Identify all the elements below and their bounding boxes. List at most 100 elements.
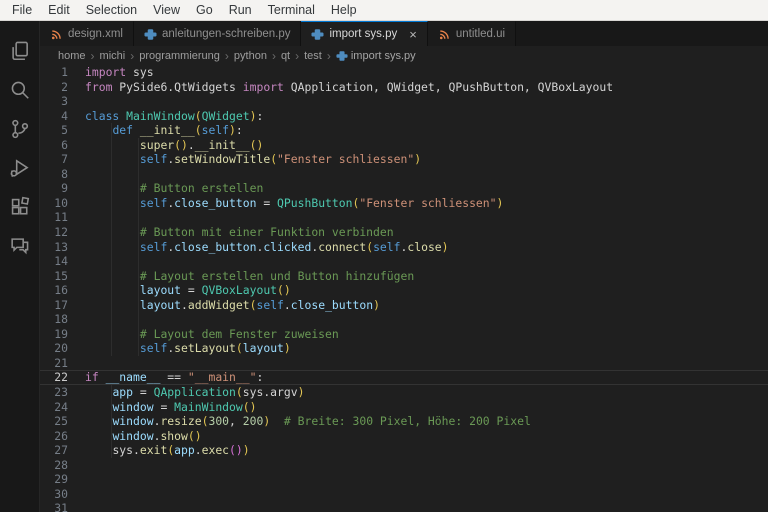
- tab-anleitungen-schreiben.py[interactable]: anleitungen-schreiben.py: [133, 21, 302, 46]
- tab-import-sys.py[interactable]: import sys.py ×: [301, 21, 428, 46]
- code-line[interactable]: 25 window.resize(300, 200) # Breite: 300…: [40, 414, 768, 429]
- menu-item-view[interactable]: View: [145, 0, 188, 20]
- code-line[interactable]: 4 class MainWindow(QWidget):: [40, 109, 768, 124]
- code-lines: 1 import sys 2 from PySide6.QtWidgets impor…: [40, 65, 768, 512]
- python-icon: [311, 28, 324, 41]
- code-line[interactable]: 22 if __name__ == "__main__":: [40, 370, 768, 385]
- line-number: 12: [54, 225, 68, 240]
- tab-label: anleitungen-schreiben.py: [161, 28, 291, 40]
- comments-icon[interactable]: [0, 226, 40, 265]
- code-line[interactable]: 10 self.close_button = QPushButton("Fens…: [40, 196, 768, 211]
- line-content: window.resize(300, 200) # Breite: 300 Pi…: [112, 414, 531, 429]
- line-content: layout.addWidget(self.close_button): [139, 297, 380, 312]
- code-line[interactable]: 18: [40, 312, 768, 327]
- line-number: 4: [61, 108, 68, 123]
- code-line[interactable]: 8: [40, 167, 768, 182]
- extensions-icon[interactable]: [0, 187, 40, 226]
- breadcrumb-item-qt[interactable]: qt: [279, 50, 292, 62]
- line-number: 16: [54, 283, 68, 298]
- breadcrumb-item-python[interactable]: python: [232, 50, 269, 62]
- line-number: 15: [54, 268, 68, 283]
- close-icon[interactable]: ×: [409, 28, 417, 41]
- code-line[interactable]: 13 self.close_button.clicked.connect(sel…: [40, 240, 768, 255]
- line-number: 17: [54, 297, 68, 312]
- activity-bar: [0, 21, 40, 512]
- code-line[interactable]: 29: [40, 472, 768, 487]
- breadcrumb: home › michi › programmierung › python › qt › test…: [40, 46, 768, 65]
- code-line[interactable]: 1 import sys: [40, 65, 768, 80]
- line-number: 10: [54, 195, 68, 210]
- code-line[interactable]: 9 # Button erstellen: [40, 181, 768, 196]
- line-number: 7: [61, 152, 68, 167]
- breadcrumb-item-programmierung[interactable]: programmierung: [137, 50, 222, 62]
- line-content: [68, 94, 85, 109]
- chevron-right-icon: ›: [326, 48, 331, 63]
- tab-bar-empty-space: [516, 21, 768, 46]
- line-number: 19: [54, 326, 68, 341]
- code-line[interactable]: 26 window.show(): [40, 429, 768, 444]
- search-icon[interactable]: [0, 70, 40, 109]
- line-content: # Layout dem Fenster zuweisen: [139, 326, 339, 341]
- menu-item-edit[interactable]: Edit: [40, 0, 78, 20]
- menu-item-help[interactable]: Help: [323, 0, 365, 20]
- chevron-right-icon: ›: [295, 48, 300, 63]
- line-number: 14: [54, 254, 68, 269]
- code-line[interactable]: 24 window = MainWindow(): [40, 400, 768, 415]
- code-line[interactable]: 21: [40, 356, 768, 371]
- menu-item-run[interactable]: Run: [221, 0, 260, 20]
- menu-item-go[interactable]: Go: [188, 0, 221, 20]
- tab-design.xml[interactable]: design.xml: [40, 21, 134, 46]
- code-line[interactable]: 11: [40, 210, 768, 225]
- code-line[interactable]: 30: [40, 487, 768, 502]
- breadcrumb-item-michi[interactable]: michi: [98, 50, 128, 62]
- code-line[interactable]: 27 sys.exit(app.exec()): [40, 443, 768, 458]
- line-content: self.setWindowTitle("Fenster schliessen"…: [139, 152, 422, 167]
- breadcrumb-file[interactable]: import sys.py: [334, 50, 416, 62]
- code-line[interactable]: 12 # Button mit einer Funktion verbinden: [40, 225, 768, 240]
- code-line[interactable]: 20 self.setLayout(layout): [40, 341, 768, 356]
- run-debug-icon[interactable]: [0, 148, 40, 187]
- code-line[interactable]: 16 layout = QVBoxLayout(): [40, 283, 768, 298]
- code-line[interactable]: 23 app = QApplication(sys.argv): [40, 385, 768, 400]
- breadcrumb-item-home[interactable]: home: [56, 50, 88, 62]
- line-number: 21: [54, 355, 68, 370]
- line-number: 2: [61, 79, 68, 94]
- line-number: 18: [54, 312, 68, 327]
- tab-label: untitled.ui: [455, 28, 506, 40]
- line-content: window = MainWindow(): [112, 399, 257, 414]
- line-content: def __init__(self):: [112, 123, 243, 138]
- line-content: self.close_button = QPushButton("Fenster…: [139, 195, 504, 210]
- explorer-icon[interactable]: [0, 31, 40, 70]
- source-control-icon[interactable]: [0, 109, 40, 148]
- line-number: 26: [54, 428, 68, 443]
- code-line[interactable]: 17 layout.addWidget(self.close_button): [40, 298, 768, 313]
- code-line[interactable]: 14: [40, 254, 768, 269]
- xml-icon: [50, 28, 63, 41]
- code-line[interactable]: 15 # Layout erstellen und Button hinzufü…: [40, 269, 768, 284]
- code-line[interactable]: 7 self.setWindowTitle("Fenster schliesse…: [40, 152, 768, 167]
- line-number: 31: [54, 501, 68, 512]
- code-line[interactable]: 19 # Layout dem Fenster zuweisen: [40, 327, 768, 342]
- line-number: 23: [54, 385, 68, 400]
- python-icon: [144, 28, 157, 41]
- menu-item-selection[interactable]: Selection: [78, 0, 145, 20]
- breadcrumb-file-label: import sys.py: [350, 49, 416, 62]
- code-line[interactable]: 31: [40, 501, 768, 512]
- line-number: 1: [61, 65, 68, 79]
- line-number: 20: [54, 341, 68, 356]
- line-number: 9: [61, 181, 68, 196]
- xml-icon: [438, 28, 451, 41]
- python-icon: [334, 50, 351, 62]
- line-content: [68, 487, 85, 502]
- tab-untitled.ui[interactable]: untitled.ui: [427, 21, 517, 46]
- code-line[interactable]: 3: [40, 94, 768, 109]
- menu-item-terminal[interactable]: Terminal: [260, 0, 323, 20]
- code-editor[interactable]: 1 import sys 2 from PySide6.QtWidgets impor…: [40, 65, 768, 512]
- code-line[interactable]: 5 def __init__(self):: [40, 123, 768, 138]
- code-line[interactable]: 6 super().__init__(): [40, 138, 768, 153]
- menu-item-file[interactable]: File: [4, 0, 40, 20]
- breadcrumb-item-test[interactable]: test: [302, 50, 324, 62]
- code-line[interactable]: 2 from PySide6.QtWidgets import QApplicat…: [40, 80, 768, 95]
- line-content: # Button erstellen: [139, 181, 264, 196]
- code-line[interactable]: 28: [40, 458, 768, 473]
